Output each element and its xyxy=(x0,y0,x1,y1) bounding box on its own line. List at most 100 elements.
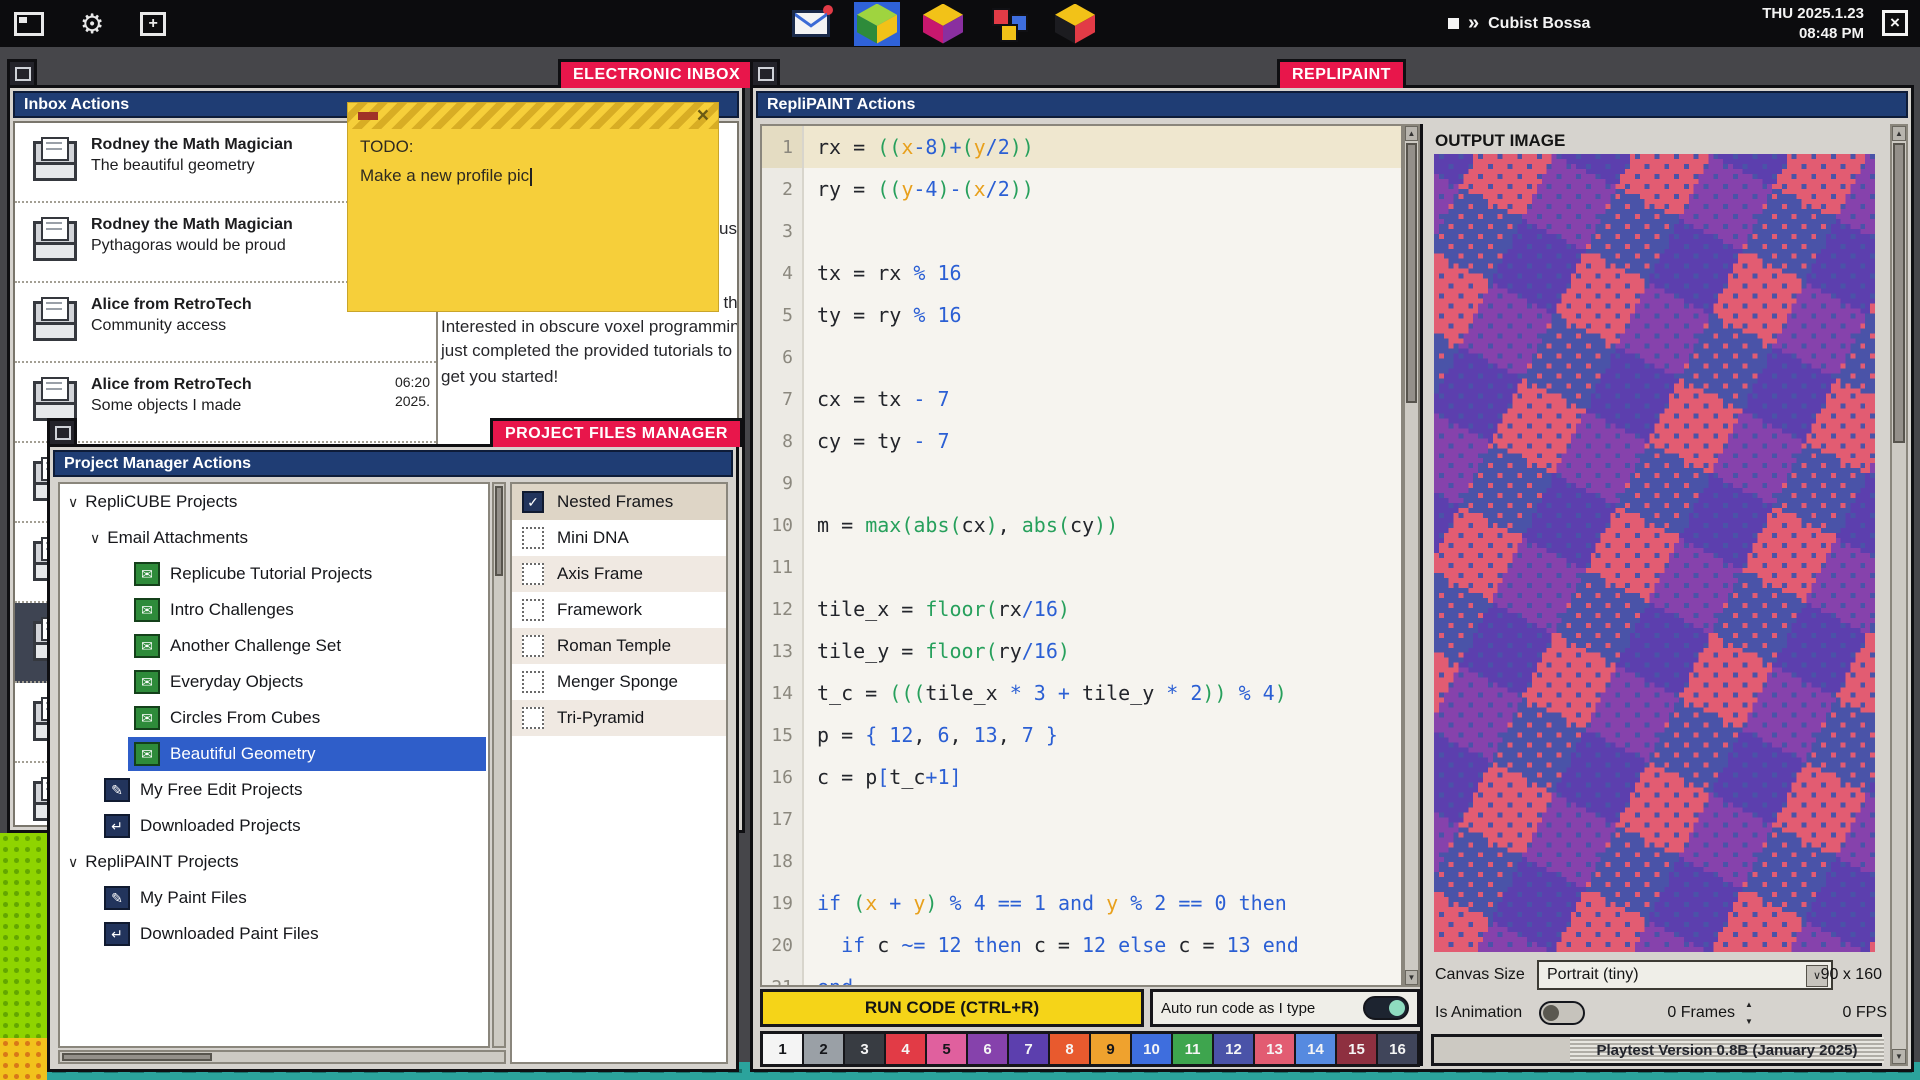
file-list-item[interactable]: Tri-Pyramid xyxy=(512,700,726,736)
code-line[interactable]: 2ry = ((y-4)-(x/2)) xyxy=(762,168,1401,210)
file-list-item[interactable]: Roman Temple xyxy=(512,628,726,664)
code-line[interactable]: 7cx = tx - 7 xyxy=(762,378,1401,420)
palette-color-7[interactable]: 7 xyxy=(1009,1034,1050,1064)
palette-color-2[interactable]: 2 xyxy=(804,1034,845,1064)
code-line[interactable]: 20 if c ~= 12 then c = 12 else c = 13 en… xyxy=(762,924,1401,966)
code-scrollbar[interactable]: ▲ ▼ xyxy=(1403,124,1420,987)
code-line[interactable]: 21end xyxy=(762,966,1401,987)
sticky-note-body[interactable]: TODO: Make a new profile pic xyxy=(360,137,708,186)
chevron-down-icon[interactable]: ∨ xyxy=(68,494,78,511)
scrollbar-thumb[interactable] xyxy=(1406,143,1417,403)
output-scrollbar[interactable]: ▲ ▼ xyxy=(1890,124,1908,1066)
palette-color-15[interactable]: 15 xyxy=(1337,1034,1378,1064)
close-icon[interactable]: × xyxy=(1882,10,1908,36)
project-manager-actions-menu[interactable]: Project Manager Actions xyxy=(53,450,733,477)
code-editor[interactable]: 1rx = ((x-8)+(y/2))2ry = ((y-4)-(x/2))34… xyxy=(760,124,1403,987)
sticky-note[interactable]: × TODO: Make a new profile pic xyxy=(347,102,719,312)
scroll-up-icon[interactable]: ▲ xyxy=(1405,126,1418,141)
checkbox[interactable] xyxy=(522,635,544,657)
checkbox[interactable] xyxy=(522,527,544,549)
tree-vertical-scrollbar[interactable] xyxy=(492,482,506,1048)
palette-color-6[interactable]: 6 xyxy=(968,1034,1009,1064)
tree-item[interactable]: ✉Another Challenge Set xyxy=(60,628,488,664)
palette-color-8[interactable]: 8 xyxy=(1050,1034,1091,1064)
scroll-up-icon[interactable]: ▲ xyxy=(1892,126,1906,141)
code-line[interactable]: 16c = p[t_c+1] xyxy=(762,756,1401,798)
close-icon[interactable]: × xyxy=(697,104,709,128)
palette-color-4[interactable]: 4 xyxy=(886,1034,927,1064)
is-animation-toggle[interactable] xyxy=(1539,1001,1585,1025)
palette-color-1[interactable]: 1 xyxy=(763,1034,804,1064)
file-list-item[interactable]: Axis Frame xyxy=(512,556,726,592)
code-line[interactable]: 5ty = ry % 16 xyxy=(762,294,1401,336)
stop-icon[interactable] xyxy=(1448,18,1459,29)
code-line[interactable]: 6 xyxy=(762,336,1401,378)
auto-run-toggle[interactable] xyxy=(1363,996,1409,1020)
add-window-icon[interactable]: + xyxy=(140,12,166,36)
chevron-down-icon[interactable]: ∨ xyxy=(90,530,100,547)
file-list-item[interactable]: Menger Sponge xyxy=(512,664,726,700)
tree-item[interactable]: ✎My Paint Files xyxy=(60,880,488,916)
scroll-down-icon[interactable]: ▼ xyxy=(1405,970,1418,985)
tree-item[interactable]: ↵Downloaded Projects xyxy=(60,808,488,844)
code-line[interactable]: 9 xyxy=(762,462,1401,504)
app-mail-icon[interactable] xyxy=(788,2,834,46)
code-line[interactable]: 15p = { 12, 6, 13, 7 } xyxy=(762,714,1401,756)
tree-item[interactable]: ∨RepliCUBE Projects xyxy=(60,484,488,520)
code-line[interactable]: 12tile_x = floor(rx/16) xyxy=(762,588,1401,630)
tree-item[interactable]: ✉Circles From Cubes xyxy=(60,700,488,736)
file-list-item[interactable]: ✓Nested Frames xyxy=(512,484,726,520)
palette-color-9[interactable]: 9 xyxy=(1091,1034,1132,1064)
app-tiles-icon[interactable] xyxy=(986,2,1032,46)
tree-item[interactable]: ∨RepliPAINT Projects xyxy=(60,844,488,880)
code-line[interactable]: 14t_c = (((tile_x * 3 + tile_y * 2)) % 4… xyxy=(762,672,1401,714)
tree-item[interactable]: ✎My Free Edit Projects xyxy=(60,772,488,808)
sticky-note-titlebar[interactable] xyxy=(348,103,718,129)
tree-item[interactable]: ✉Beautiful Geometry xyxy=(60,736,488,772)
minimize-icon[interactable] xyxy=(358,112,378,120)
tree-item[interactable]: ↵Downloaded Paint Files xyxy=(60,916,488,952)
tree-item[interactable]: ✉Everyday Objects xyxy=(60,664,488,700)
stepper-down-icon[interactable]: ▼ xyxy=(1741,1017,1757,1026)
code-line[interactable]: 17 xyxy=(762,798,1401,840)
palette-color-13[interactable]: 13 xyxy=(1255,1034,1296,1064)
inbox-window-tab[interactable]: ELECTRONIC INBOX xyxy=(558,59,755,88)
chevron-down-icon[interactable]: ∨ xyxy=(68,854,78,871)
window-menu-icon[interactable] xyxy=(750,59,780,88)
app-replicube-icon[interactable] xyxy=(854,2,900,46)
app-voxel-icon[interactable] xyxy=(1052,2,1098,46)
file-list-item[interactable]: Mini DNA xyxy=(512,520,726,556)
code-line[interactable]: 3 xyxy=(762,210,1401,252)
scrollbar-thumb[interactable] xyxy=(495,486,503,576)
auto-run-control[interactable]: Auto run code as I type xyxy=(1150,989,1420,1027)
window-manager-icon[interactable] xyxy=(14,12,44,36)
project-manager-tab[interactable]: PROJECT FILES MANAGER xyxy=(490,418,743,447)
tree-item[interactable]: ∨Email Attachments xyxy=(60,520,488,556)
checkbox[interactable]: ✓ xyxy=(522,491,544,513)
palette-color-14[interactable]: 14 xyxy=(1296,1034,1337,1064)
palette-color-10[interactable]: 10 xyxy=(1132,1034,1173,1064)
checkbox[interactable] xyxy=(522,707,544,729)
stepper-up-icon[interactable]: ▲ xyxy=(1741,1000,1757,1009)
skip-icon[interactable]: » xyxy=(1468,12,1479,35)
palette-color-3[interactable]: 3 xyxy=(845,1034,886,1064)
palette-color-5[interactable]: 5 xyxy=(927,1034,968,1064)
code-line[interactable]: 19if (x + y) % 4 == 1 and y % 2 == 0 the… xyxy=(762,882,1401,924)
palette-color-11[interactable]: 11 xyxy=(1173,1034,1214,1064)
tree-horizontal-scrollbar[interactable] xyxy=(58,1050,506,1064)
file-list-item[interactable]: Framework xyxy=(512,592,726,628)
scroll-down-icon[interactable]: ▼ xyxy=(1892,1049,1906,1064)
code-line[interactable]: 18 xyxy=(762,840,1401,882)
canvas-size-dropdown[interactable]: Portrait (tiny) ∨ xyxy=(1537,960,1833,990)
palette-color-12[interactable]: 12 xyxy=(1214,1034,1255,1064)
tree-item[interactable]: ✉Intro Challenges xyxy=(60,592,488,628)
scrollbar-thumb[interactable] xyxy=(1893,143,1905,443)
replipaint-actions-menu[interactable]: RepliPAINT Actions xyxy=(756,91,1908,118)
code-line[interactable]: 13tile_y = floor(ry/16) xyxy=(762,630,1401,672)
code-line[interactable]: 8cy = ty - 7 xyxy=(762,420,1401,462)
window-menu-icon[interactable] xyxy=(47,418,77,447)
checkbox[interactable] xyxy=(522,599,544,621)
code-line[interactable]: 1rx = ((x-8)+(y/2)) xyxy=(762,126,1401,168)
checkbox[interactable] xyxy=(522,671,544,693)
frames-stepper[interactable]: ▲ ▼ xyxy=(1741,1000,1757,1026)
